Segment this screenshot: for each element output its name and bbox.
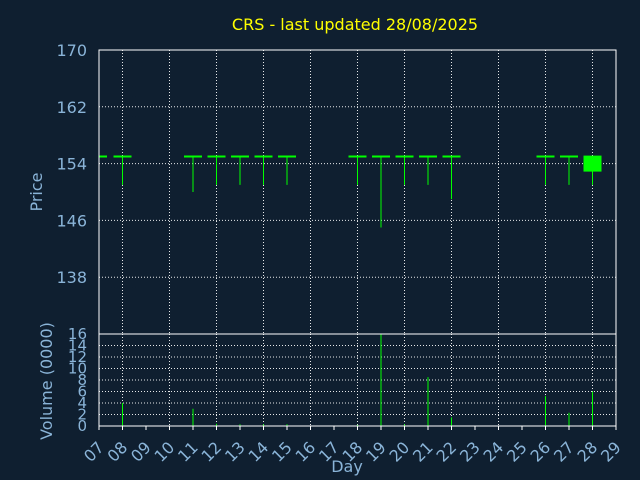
price-y-ticks: 138 146 154 162 170 xyxy=(56,41,87,287)
volume-panel: 0246810121416 xyxy=(68,325,617,435)
price-candle xyxy=(372,155,390,228)
price-candle xyxy=(278,155,296,185)
price-candle xyxy=(207,155,226,185)
price-tick-label: 170 xyxy=(56,41,87,60)
price-candle xyxy=(419,155,437,185)
volume-axis-label: Volume (0000) xyxy=(37,322,56,440)
price-panel: 138 146 154 162 170 xyxy=(56,41,617,335)
price-candle xyxy=(560,155,578,185)
price-candle xyxy=(254,155,273,185)
price-tick-label: 162 xyxy=(56,98,87,117)
price-grid xyxy=(99,50,616,334)
price-candle xyxy=(583,155,602,185)
volume-y-ticks: 0246810121416 xyxy=(68,325,87,435)
price-tick-label: 154 xyxy=(56,155,87,174)
price-tick-label: 146 xyxy=(56,211,87,230)
price-tick-label: 138 xyxy=(56,268,87,287)
price-candle xyxy=(231,155,249,185)
chart-title: CRS - last updated 28/08/2025 xyxy=(232,15,478,34)
x-tick-label: 29 xyxy=(597,438,625,466)
stock-chart: CRS - last updated 28/08/2025 1381461541… xyxy=(27,15,625,476)
price-axis-label: Price xyxy=(27,172,46,211)
price-candle xyxy=(442,155,461,200)
price-candle xyxy=(395,155,414,185)
price-candle xyxy=(184,155,202,192)
last-price-marker xyxy=(583,155,602,172)
price-candle xyxy=(113,155,132,185)
volume-tick-label: 16 xyxy=(68,325,87,343)
price-candle xyxy=(536,155,555,185)
volume-grid xyxy=(99,334,616,426)
x-axis-label: Day xyxy=(331,457,363,476)
price-candles xyxy=(99,155,602,228)
price-candle xyxy=(348,155,367,185)
